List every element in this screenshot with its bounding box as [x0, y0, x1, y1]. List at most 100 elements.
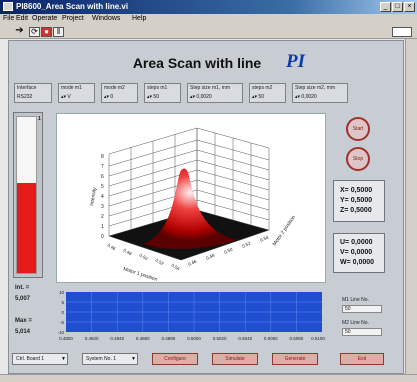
configure-button[interactable]: Configure: [152, 353, 198, 365]
param-mode-m1[interactable]: mode m1 ▴▾ V: [58, 83, 95, 103]
menu-project[interactable]: Project: [62, 15, 84, 22]
m1-line-label: M1 Line No.: [342, 297, 369, 303]
v-readout: V= 0,0000: [340, 249, 373, 256]
start-button[interactable]: Start: [346, 117, 370, 141]
x-tick: 0.54: [171, 263, 182, 272]
z-tick: 1: [101, 224, 104, 230]
param-steps-m2[interactable]: steps m2 ▴▾ 50: [249, 83, 286, 103]
z-readout: Z= 0,5000: [340, 207, 372, 214]
menubar: File Edit Operate Project Windows Help: [0, 14, 417, 25]
z-tick: 6: [101, 174, 104, 180]
run-continuous-icon[interactable]: ⟳: [29, 27, 40, 37]
maximize-button[interactable]: □: [392, 2, 403, 12]
x-tick: 0.50: [139, 253, 150, 262]
window-title: PI8600_Area Scan with line.vi: [16, 2, 129, 11]
max-value: 5,014: [15, 329, 31, 335]
interface-value: RS232: [17, 94, 33, 100]
m2-line-label: M2 Line No.: [342, 320, 369, 326]
xyz-readout: X= 0,5000 Y= 0,5000 Z= 0,5000: [333, 180, 385, 222]
x-tick: 0.5040: [238, 336, 252, 341]
gauge-top-label: 1: [38, 116, 41, 122]
generate-button[interactable]: Generate: [272, 353, 318, 365]
vertical-scrollbar[interactable]: [405, 39, 417, 374]
close-button[interactable]: ×: [404, 2, 415, 12]
param-label: mode m2: [104, 85, 125, 91]
app-icon: [3, 2, 13, 11]
m1-line-value: 50: [342, 305, 382, 313]
z-tick: 7: [101, 164, 104, 170]
param-stepsize-m2[interactable]: Step size m2, mm ▴▾ 0,0020: [292, 83, 348, 103]
param-mode-m2[interactable]: mode m2 ▴▾ 0: [101, 83, 138, 103]
ctrl-board-select[interactable]: Ctrl. Board 1 ▼: [12, 353, 68, 365]
abort-icon[interactable]: ●: [41, 27, 52, 37]
y-tick: 0: [61, 310, 64, 315]
z-tick: 3: [101, 204, 104, 210]
x-tick: 0.46: [107, 243, 118, 252]
x-tick: 0.52: [155, 258, 166, 267]
max-label: Max =: [15, 318, 32, 324]
x-tick: 0.4820: [85, 336, 99, 341]
simulate-button[interactable]: Simulate: [212, 353, 258, 365]
horizontal-scrollbar[interactable]: [0, 374, 417, 382]
z-axis-label: Intensity: [89, 186, 98, 206]
param-label: Step size m2, mm: [295, 85, 336, 91]
surface-peak: [143, 168, 237, 249]
line-plot-svg: 10 5 0 -5 -10 0.4800 0.4820 0.4840 0.486…: [57, 290, 325, 341]
y-tick: 0.48: [205, 252, 216, 260]
system-no-select[interactable]: System No. 1 ▼: [82, 353, 138, 365]
param-value: ▴▾ 50: [147, 94, 159, 100]
x-tick: 0.4840: [110, 336, 124, 341]
y-tick: 10: [59, 290, 65, 295]
ctrl-board-value: Ctrl. Board 1: [16, 356, 45, 362]
system-no-value: System No. 1: [86, 356, 117, 362]
pi-logo: PI: [286, 51, 305, 72]
param-value: ▴▾ 0,0020: [295, 94, 317, 100]
line-plot[interactable]: 10 5 0 -5 -10 0.4800 0.4820 0.4840 0.486…: [56, 290, 326, 342]
param-label: mode m1: [61, 85, 82, 91]
uvw-readout: U= 0,0000 V= 0,0000 W= 0,0000: [333, 233, 385, 273]
y-tick: 5: [61, 300, 64, 305]
z-tick: 5: [101, 184, 104, 190]
y-tick: 0.54: [259, 234, 270, 242]
x-axis-label: Motor 1 position: [122, 266, 158, 282]
param-label: steps m1: [147, 85, 168, 91]
run-arrow-icon[interactable]: ➔: [14, 26, 25, 37]
menu-help[interactable]: Help: [132, 15, 146, 22]
surface-plot-3d[interactable]: 0 1 2 3 4 5 6 7 8 Intensity 0.46 0.48 0.…: [56, 113, 326, 283]
gauge-fill: [17, 183, 36, 273]
x-readout: X= 0,5000: [340, 187, 373, 194]
m2-line-value: 50: [342, 328, 382, 336]
param-steps-m1[interactable]: steps m1 ▴▾ 50: [144, 83, 181, 103]
chevron-down-icon: ▼: [131, 356, 136, 362]
menu-operate[interactable]: Operate: [32, 15, 57, 22]
y-tick: 0.50: [223, 246, 234, 254]
toolbar: ➔ ⟳ ● ‖: [0, 25, 417, 39]
x-tick: 0.5020: [213, 336, 227, 341]
x-tick: 0.4800: [59, 336, 73, 341]
menu-windows[interactable]: Windows: [92, 15, 120, 22]
menu-file[interactable]: File: [3, 15, 14, 22]
w-readout: W= 0,0000: [340, 259, 375, 266]
int-value: 5,007: [15, 296, 31, 302]
interface-field[interactable]: Interface RS232: [14, 83, 52, 103]
pause-icon[interactable]: ‖: [53, 27, 64, 37]
y-readout: Y= 0,5000: [340, 197, 373, 204]
y-axis-label: Motor 2 position: [272, 214, 297, 247]
x-tick: 0.4880: [162, 336, 176, 341]
x-tick: 0.48: [123, 248, 134, 257]
page-title: Area Scan with line: [132, 55, 262, 71]
z-tick: 4: [101, 194, 104, 200]
x-tick: 0.5080: [290, 336, 304, 341]
exit-button[interactable]: Exit: [340, 353, 384, 365]
x-tick: 0.4860: [136, 336, 150, 341]
y-tick: 0.52: [241, 240, 252, 248]
param-stepsize-m1[interactable]: Step size m1, mm ▴▾ 0,0020: [187, 83, 243, 103]
stop-button[interactable]: Stop: [346, 147, 370, 171]
menu-edit[interactable]: Edit: [16, 15, 28, 22]
z-tick: 0: [101, 234, 104, 240]
param-value: ▴▾ V: [61, 94, 71, 100]
param-label: Step size m1, mm: [190, 85, 231, 91]
interface-label: Interface: [17, 85, 37, 91]
minimize-button[interactable]: _: [380, 2, 391, 12]
x-tick: 0.5000: [187, 336, 201, 341]
